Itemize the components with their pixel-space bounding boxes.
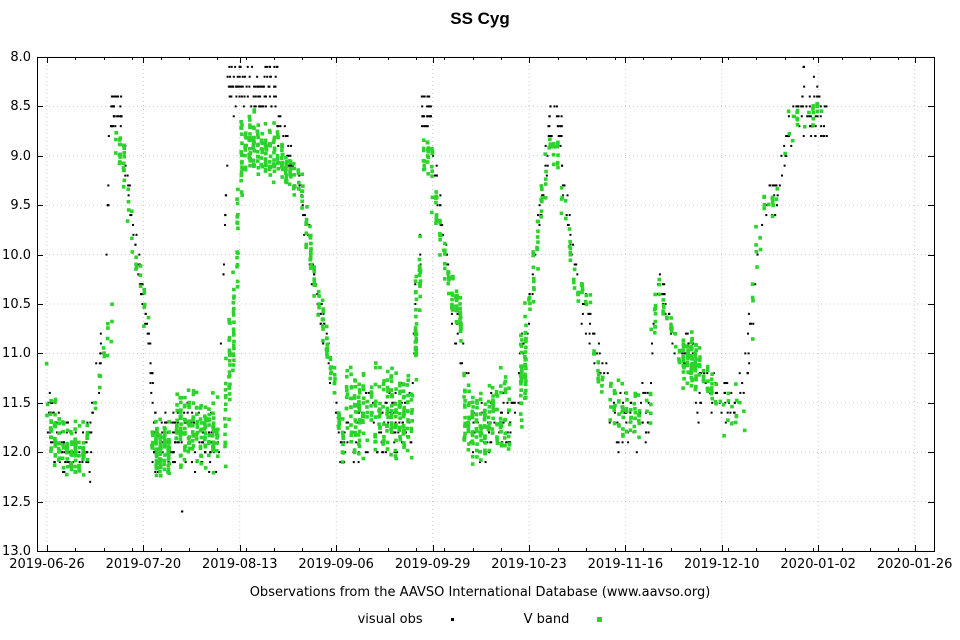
x-tick-label: 2019-10-23 (481, 557, 577, 572)
x-tick-label: 2019-09-29 (385, 557, 481, 572)
legend: visual obs V band (0, 612, 960, 627)
legend-item-visual-obs: visual obs (358, 612, 454, 627)
x-tick-label: 2019-06-26 (0, 557, 95, 572)
x-tick-label: 2019-08-13 (192, 557, 288, 572)
y-tick-label: 8.5 (0, 99, 31, 114)
y-tick-label: 9.0 (0, 149, 31, 164)
x-tick-label: 2020-01-02 (770, 557, 866, 572)
light-curve-canvas (0, 0, 960, 640)
aavso-light-curve-figure: SS Cyg 2019-06-262019-07-202019-08-13201… (0, 0, 960, 640)
v-band-marker-icon (597, 617, 602, 622)
y-tick-label: 10.0 (0, 248, 31, 263)
y-tick-label: 8.0 (0, 50, 31, 65)
legend-label-v-band: V band (524, 612, 570, 627)
x-tick-label: 2020-01-26 (867, 557, 960, 572)
x-tick-label: 2019-11-16 (577, 557, 673, 572)
y-tick-label: 11.5 (0, 396, 31, 411)
source-caption: Observations from the AAVSO Internationa… (0, 585, 960, 600)
x-tick-label: 2019-09-06 (288, 557, 384, 572)
x-tick-label: 2019-12-10 (674, 557, 770, 572)
y-tick-label: 10.5 (0, 297, 31, 312)
y-tick-label: 12.0 (0, 445, 31, 460)
legend-label-visual-obs: visual obs (358, 612, 423, 627)
y-tick-label: 13.0 (0, 544, 31, 559)
y-tick-label: 11.0 (0, 346, 31, 361)
legend-item-v-band: V band (524, 612, 603, 627)
y-tick-label: 12.5 (0, 495, 31, 510)
visual-obs-marker-icon (451, 618, 454, 621)
y-tick-label: 9.5 (0, 198, 31, 213)
x-tick-label: 2019-07-20 (95, 557, 191, 572)
